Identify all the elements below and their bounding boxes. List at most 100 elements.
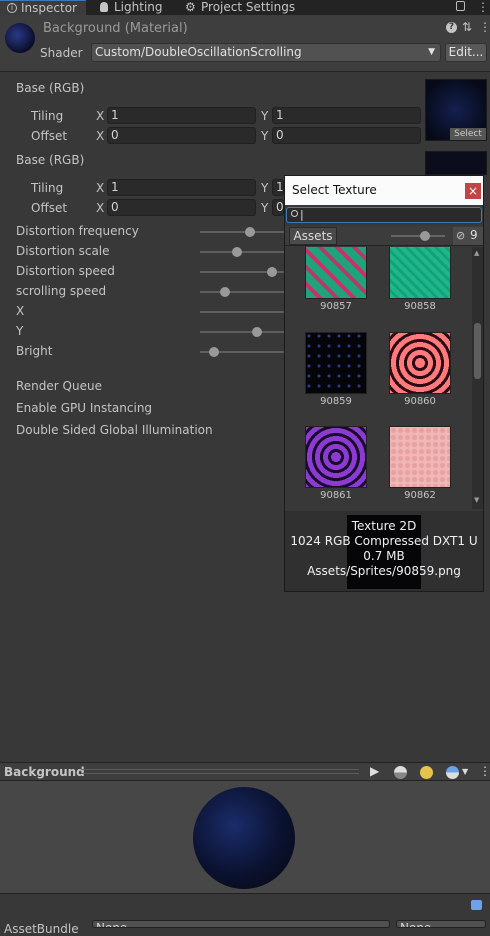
help-icon[interactable]: ?: [446, 22, 457, 33]
tab-bar: i Inspector Lighting ⚙ Project Settings …: [0, 0, 490, 15]
texture-thumbnail: [305, 426, 367, 488]
texture-grid-item[interactable]: 90858: [389, 247, 455, 317]
texture-grid-item[interactable]: 90861: [305, 426, 371, 506]
tex1-tiling-y-field[interactable]: 1: [272, 107, 421, 124]
background-sphere-icon[interactable]: [446, 766, 459, 779]
light-toggle-icon[interactable]: [420, 766, 433, 779]
lock-icon[interactable]: [456, 1, 465, 11]
edit-shader-button[interactable]: Edit...: [445, 43, 487, 62]
slider-track[interactable]: [200, 291, 284, 293]
slider-knob[interactable]: [209, 347, 219, 357]
tex2-tiling-y-label: Y: [261, 181, 269, 195]
mesh-sphere-icon[interactable]: [394, 766, 407, 779]
eye-hidden-icon: ⊘: [456, 229, 466, 242]
search-icon: [291, 210, 298, 217]
tex2-tiling-y-field[interactable]: 1: [272, 179, 284, 196]
shader-value: Custom/DoubleOscillationScrolling: [95, 45, 302, 59]
slider-label: Distortion scale: [16, 244, 110, 258]
material-preview-area: [0, 781, 490, 893]
texture-thumbnail: [389, 247, 451, 299]
slider-knob[interactable]: [252, 327, 262, 337]
tex1-tiling-x-field[interactable]: 1: [107, 107, 256, 124]
chevron-down-icon: ▼: [428, 47, 435, 57]
texture-name: 90857: [320, 301, 352, 312]
tab-inspector-label: Inspector: [21, 1, 77, 15]
tex1-tiling-x-label: X: [96, 109, 105, 123]
info-path: Assets/Sprites/90859.png: [307, 564, 461, 578]
thumb-size-slider[interactable]: [391, 235, 445, 237]
search-input[interactable]: |: [286, 207, 482, 223]
grid-scrollbar[interactable]: ▲ ▼: [472, 247, 483, 509]
tex1-select-button[interactable]: Select: [450, 128, 486, 140]
play-icon[interactable]: ▶: [370, 764, 379, 778]
more-menu-icon[interactable]: ⋮: [477, 0, 489, 14]
texture-grid-item[interactable]: 90860: [389, 332, 455, 412]
preview-drag-handle[interactable]: [81, 769, 359, 774]
info-icon: i: [7, 3, 17, 13]
dropdown-arrow-icon[interactable]: ▼: [462, 767, 468, 776]
slider-label: Distortion speed: [16, 264, 115, 278]
select-texture-popup: Select Texture × | Assets ⊘ 9 90857 90858…: [284, 175, 484, 592]
tag-icon[interactable]: [471, 900, 482, 910]
thumb-size-knob[interactable]: [420, 231, 430, 241]
texture-grid-item[interactable]: 90862: [389, 426, 455, 506]
lightbulb-icon: [100, 2, 108, 12]
gpu-instancing-label: Enable GPU Instancing: [16, 401, 153, 415]
preview-title: Background: [4, 765, 85, 779]
slider-knob[interactable]: [232, 247, 242, 257]
hidden-toggle[interactable]: ⊘ 9: [453, 227, 483, 245]
slider-knob[interactable]: [220, 287, 230, 297]
preset-icon[interactable]: ⇅: [462, 20, 472, 34]
tex2-slot[interactable]: [425, 151, 487, 175]
preview-sphere[interactable]: [193, 787, 295, 889]
slider-track[interactable]: [200, 231, 284, 233]
popup-titlebar: Select Texture ×: [285, 176, 483, 205]
tex1-offset-y-field[interactable]: 0: [272, 127, 421, 144]
scroll-down-icon[interactable]: ▼: [474, 496, 479, 504]
assets-tab[interactable]: Assets: [289, 227, 337, 245]
texture-grid-item[interactable]: 90859: [305, 332, 371, 412]
tex2-offset-y-label: Y: [261, 201, 269, 215]
tex2-offset-x-field[interactable]: 0: [107, 199, 256, 216]
tab-project-settings[interactable]: ⚙ Project Settings: [180, 0, 300, 15]
info-format: 1024 RGB Compressed DXT1 U: [290, 534, 478, 548]
shader-dropdown[interactable]: Custom/DoubleOscillationScrolling ▼: [91, 43, 441, 62]
slider-track[interactable]: [200, 251, 284, 253]
tab-project-settings-label: Project Settings: [201, 0, 296, 14]
tab-inspector[interactable]: i Inspector: [0, 0, 86, 15]
popup-toolbar: Assets ⊘ 9: [285, 226, 483, 246]
tex1-slot[interactable]: Select: [425, 79, 487, 141]
popup-title: Select Texture: [292, 183, 377, 197]
texture-name: 90860: [404, 396, 436, 407]
close-button[interactable]: ×: [465, 183, 481, 199]
material-header: Background (Material) ? ⇅ ⋮ Shader Custo…: [0, 15, 490, 72]
preview-menu-icon[interactable]: ⋮: [479, 764, 490, 778]
tex1-tiling-label: Tiling: [31, 109, 64, 123]
tex2-offset-y-field[interactable]: 0: [272, 199, 284, 216]
slider-track[interactable]: [200, 311, 284, 313]
double-sided-gi-label: Double Sided Global Illumination: [16, 423, 213, 437]
texture-name: 90858: [404, 301, 436, 312]
slider-label: Y: [16, 324, 24, 338]
tex1-tiling-y-label: Y: [261, 109, 269, 123]
texture-grid-item[interactable]: 90857: [305, 247, 371, 317]
scroll-thumb[interactable]: [474, 323, 481, 379]
material-title: Background (Material): [43, 21, 188, 36]
slider-knob[interactable]: [245, 227, 255, 237]
context-menu-icon[interactable]: ⋮: [479, 20, 490, 34]
tex1-offset-x-field[interactable]: 0: [107, 127, 256, 144]
texture-thumbnail: [305, 247, 367, 299]
tex2-tiling-x-label: X: [96, 181, 105, 195]
scroll-up-icon[interactable]: ▲: [474, 249, 479, 257]
tab-lighting[interactable]: Lighting: [94, 0, 174, 15]
preview-header: Background ▶ ▼ ⋮: [0, 762, 490, 781]
gear-icon: ⚙: [185, 0, 196, 14]
tex1-offset-label: Offset: [31, 129, 68, 143]
tex2-tiling-x-field[interactable]: 1: [107, 179, 256, 196]
slider-track[interactable]: [200, 331, 284, 333]
slider-knob[interactable]: [267, 267, 277, 277]
asset-bundle-bar: AssetBundle None None: [0, 893, 490, 936]
texture-thumbnail: [389, 426, 451, 488]
slider-label: Distortion frequency: [16, 224, 139, 238]
tex2-offset-label: Offset: [31, 201, 68, 215]
